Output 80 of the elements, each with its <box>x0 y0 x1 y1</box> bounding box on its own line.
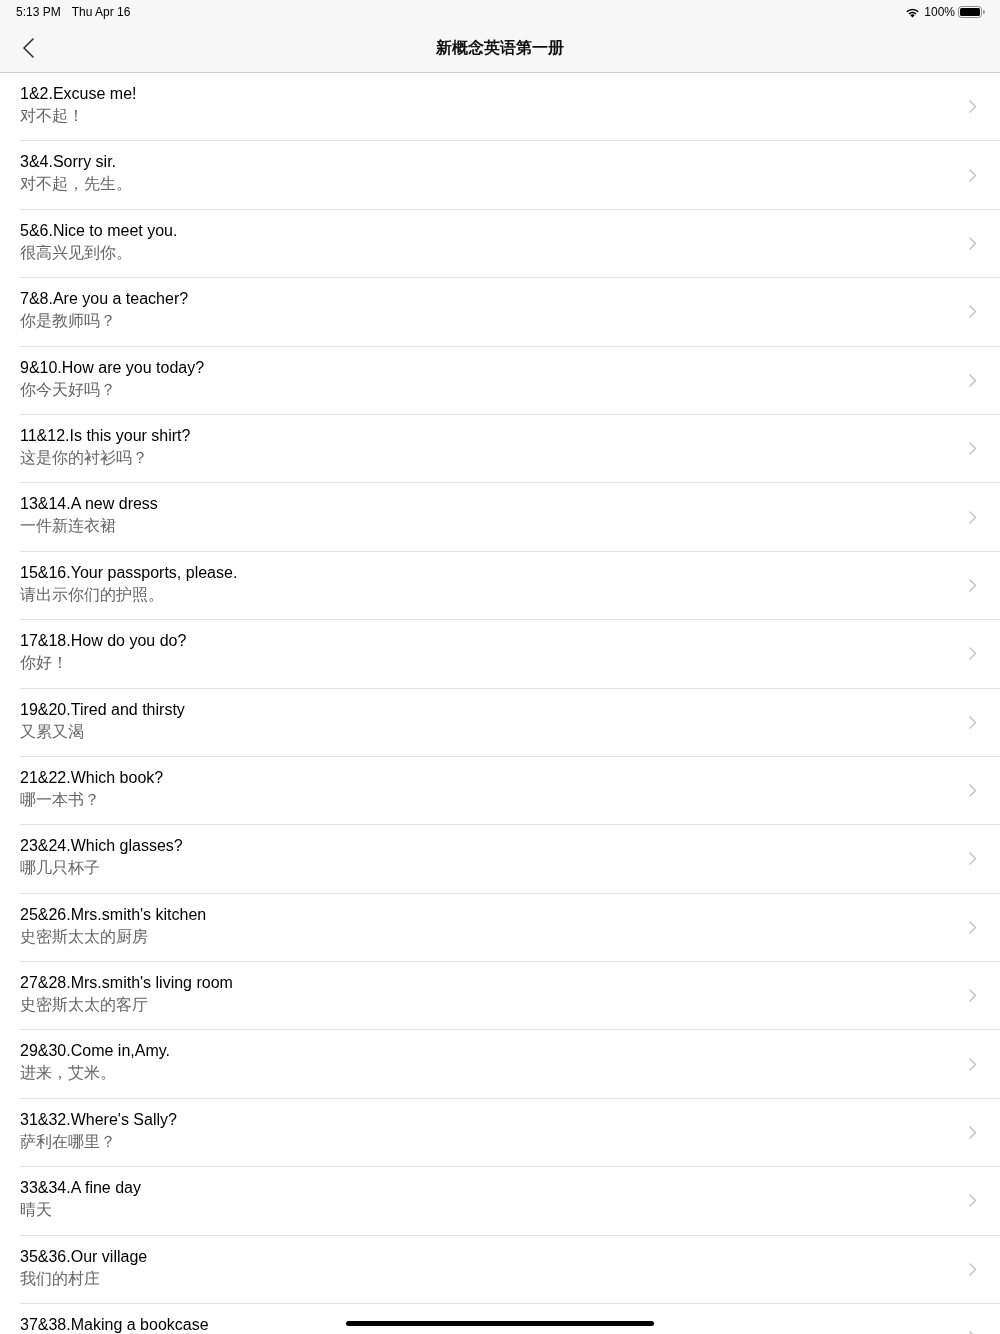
lesson-title: 7&8.Are you a teacher? <box>20 289 189 310</box>
lesson-subtitle: 对不起，先生。 <box>20 174 132 195</box>
lesson-title: 11&12.Is this your shirt? <box>20 425 191 446</box>
lesson-subtitle: 又累又渴 <box>20 721 84 742</box>
lesson-subtitle: 很高兴见到你。 <box>20 242 132 263</box>
chevron-right-icon <box>969 373 977 387</box>
lesson-list-item[interactable]: 19&20.Tired and thirsty 又累又渴 <box>0 688 1000 757</box>
lesson-list-item[interactable]: 17&18.How do you do? 你好！ <box>0 620 1000 689</box>
lesson-subtitle: 史密斯太太的客厅 <box>20 995 148 1016</box>
page-title: 新概念英语第一册 <box>436 37 564 58</box>
chevron-right-icon <box>969 168 977 182</box>
lesson-title: 13&14.A new dress <box>20 494 158 515</box>
lesson-subtitle: 史密斯太太的厨房 <box>20 926 148 947</box>
chevron-right-icon <box>969 1126 977 1140</box>
lesson-list-item[interactable]: 7&8.Are you a teacher? 你是教师吗？ <box>0 278 1000 347</box>
lesson-list-item[interactable]: 1&2.Excuse me! 对不起！ <box>0 73 1000 142</box>
lesson-title: 27&28.Mrs.smith's living room <box>20 973 233 994</box>
lesson-subtitle: 请出示你们的护照。 <box>20 584 164 605</box>
lesson-subtitle: 这是你的衬衫吗？ <box>20 447 148 468</box>
lesson-subtitle: 萨利在哪里？ <box>20 1131 116 1152</box>
chevron-right-icon <box>969 715 977 729</box>
lesson-title: 29&30.Come in,Amy. <box>20 1041 170 1062</box>
chevron-right-icon <box>969 1262 977 1276</box>
chevron-left-icon <box>22 38 34 58</box>
lesson-subtitle: 哪几只杯子 <box>20 858 100 879</box>
lesson-subtitle: 晴天 <box>20 1200 52 1221</box>
lesson-subtitle: 一件新连衣裙 <box>20 516 116 537</box>
lesson-subtitle: 进来，艾米。 <box>20 1063 116 1084</box>
lesson-title: 33&34.A fine day <box>20 1178 141 1199</box>
lesson-list-item[interactable]: 29&30.Come in,Amy. 进来，艾米。 <box>0 1030 1000 1099</box>
chevron-right-icon <box>969 236 977 250</box>
chevron-right-icon <box>969 989 977 1003</box>
chevron-right-icon <box>969 578 977 592</box>
chevron-right-icon <box>969 510 977 524</box>
lesson-list-item[interactable]: 23&24.Which glasses? 哪几只杯子 <box>0 825 1000 894</box>
status-time: 5:13 PM <box>16 5 61 19</box>
chevron-right-icon <box>969 1057 977 1071</box>
lesson-list-item[interactable]: 3&4.Sorry sir. 对不起，先生。 <box>0 141 1000 210</box>
lesson-list-item[interactable]: 27&28.Mrs.smith's living room 史密斯太太的客厅 <box>0 962 1000 1031</box>
lesson-title: 37&38.Making a bookcase <box>20 1315 209 1334</box>
lesson-title: 21&22.Which book? <box>20 767 164 788</box>
lesson-title: 35&36.Our village <box>20 1246 148 1267</box>
lesson-subtitle: 你今天好吗？ <box>20 379 116 400</box>
lesson-subtitle: 哪一本书？ <box>20 789 100 810</box>
lesson-title: 17&18.How do you do? <box>20 631 187 652</box>
lesson-list-item[interactable]: 35&36.Our village 我们的村庄 <box>0 1235 1000 1305</box>
lesson-title: 1&2.Excuse me! <box>20 84 137 104</box>
chevron-right-icon <box>969 647 977 661</box>
lesson-list-item[interactable]: 9&10.How are you today? 你今天好吗？ <box>0 346 1000 415</box>
lesson-title: 25&26.Mrs.smith's kitchen <box>20 904 207 925</box>
battery-icon <box>958 6 985 18</box>
lesson-list-item[interactable]: 11&12.Is this your shirt? 这是你的衬衫吗？ <box>0 414 1000 484</box>
chevron-right-icon <box>969 1194 977 1208</box>
lesson-title: 15&16.Your passports, please. <box>20 562 238 583</box>
status-date: Thu Apr 16 <box>71 5 131 19</box>
chevron-right-icon <box>969 920 977 934</box>
lesson-subtitle: 你好！ <box>20 653 68 674</box>
lesson-list-item[interactable]: 15&16.Your passports, please. 请出示你们的护照。 <box>0 551 1000 621</box>
lesson-title: 19&20.Tired and thirsty <box>20 699 185 720</box>
chevron-right-icon <box>969 852 977 866</box>
chevron-right-icon <box>969 100 977 114</box>
lesson-list-item[interactable]: 5&6.Nice to meet you. 很高兴见到你。 <box>0 209 1000 279</box>
lesson-list-item[interactable]: 33&34.A fine day 晴天 <box>0 1167 1000 1236</box>
battery-percent: 100% <box>924 5 955 19</box>
wifi-icon <box>905 6 921 18</box>
chevron-right-icon <box>969 305 977 319</box>
lesson-list-item[interactable]: 21&22.Which book? 哪一本书？ <box>0 756 1000 826</box>
lesson-subtitle: 对不起！ <box>20 106 84 126</box>
lesson-title: 3&4.Sorry sir. <box>20 152 117 173</box>
lesson-list-item[interactable]: 25&26.Mrs.smith's kitchen 史密斯太太的厨房 <box>0 893 1000 963</box>
chevron-right-icon <box>969 784 977 798</box>
chevron-right-icon <box>969 442 977 456</box>
lesson-title: 9&10.How are you today? <box>20 357 205 378</box>
lesson-title: 5&6.Nice to meet you. <box>20 220 178 241</box>
lesson-subtitle: 你是教师吗？ <box>20 311 116 332</box>
lesson-list-item[interactable]: 31&32.Where's Sally? 萨利在哪里？ <box>0 1098 1000 1168</box>
lesson-title: 23&24.Which glasses? <box>20 836 183 857</box>
lesson-title: 31&32.Where's Sally? <box>20 1109 177 1130</box>
lesson-list-item[interactable]: 13&14.A new dress 一件新连衣裙 <box>0 483 1000 552</box>
lesson-subtitle: 我们的村庄 <box>20 1268 100 1289</box>
